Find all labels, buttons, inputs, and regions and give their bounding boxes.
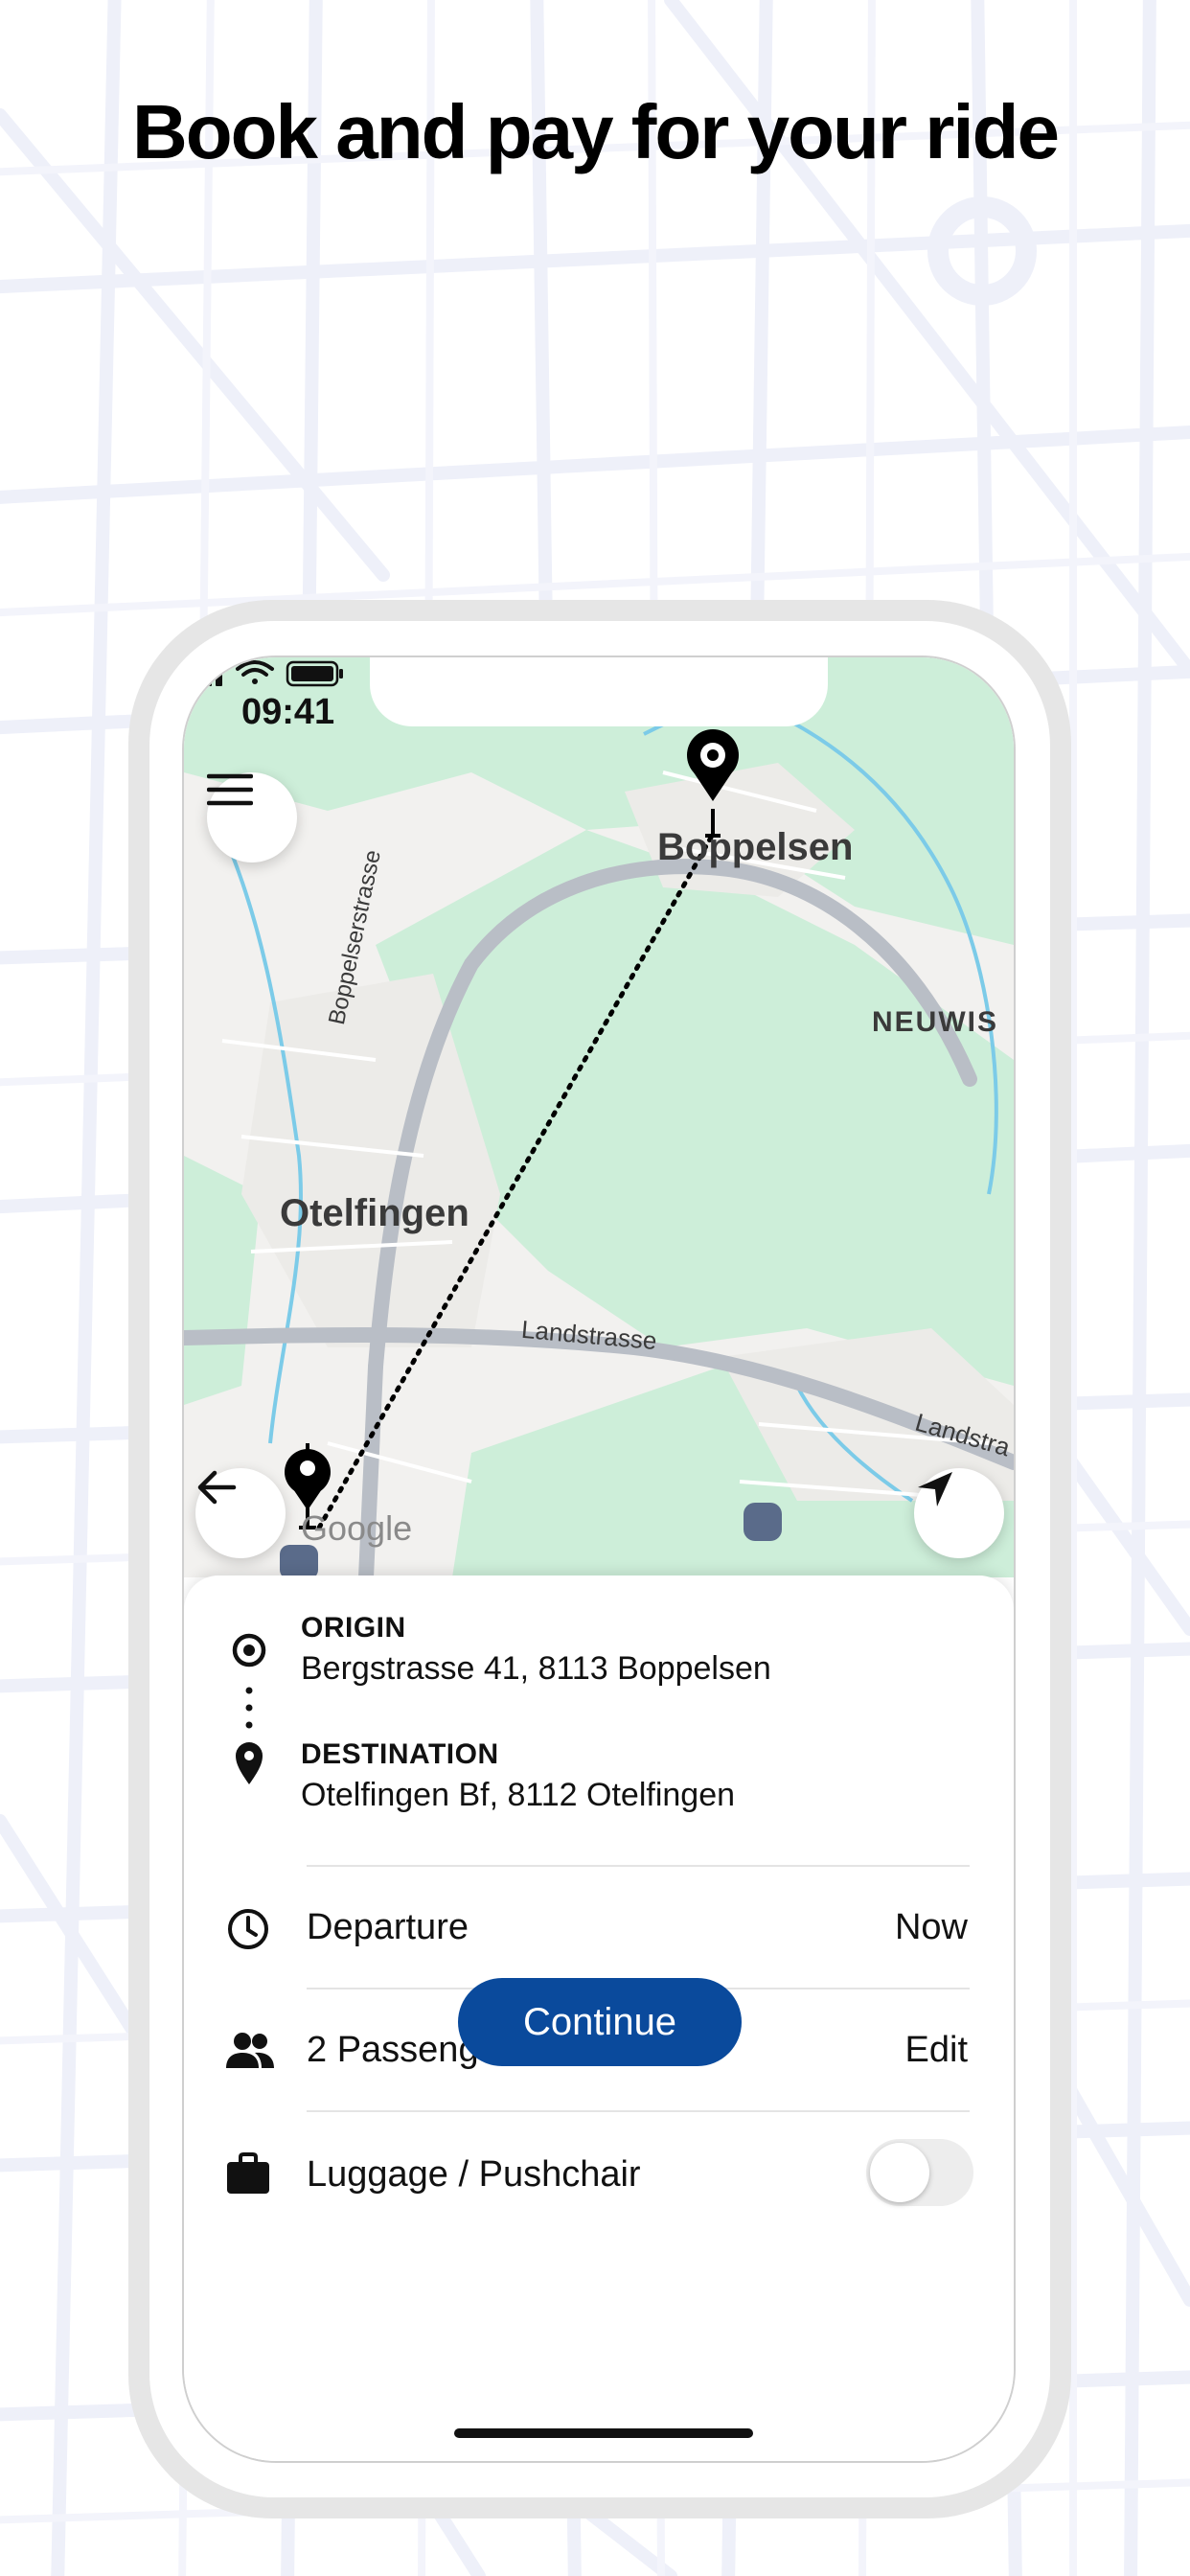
- arrow-left-icon: [197, 1470, 237, 1505]
- menu-button[interactable]: [207, 772, 297, 862]
- battery-icon: [286, 660, 343, 687]
- headline: Book and pay for your ride: [132, 89, 1060, 174]
- location-pin-icon: [236, 1742, 263, 1784]
- status-icons: [184, 660, 343, 687]
- luggage-toggle[interactable]: [866, 2139, 973, 2206]
- status-time: 09:41: [241, 692, 335, 732]
- origin-target-icon: [232, 1633, 266, 1668]
- clock-icon: [228, 1909, 268, 1949]
- route-indicator: [232, 1633, 266, 1784]
- map-label-neuwis: NEUWIS: [872, 1006, 998, 1038]
- phone-notch: [370, 657, 828, 726]
- people-icon: [226, 2033, 274, 2068]
- home-indicator: [454, 2428, 753, 2438]
- briefcase-icon: [227, 2152, 269, 2194]
- origin-label: ORIGIN: [301, 1612, 406, 1644]
- origin-value[interactable]: Bergstrasse 41, 8113 Boppelsen: [301, 1650, 771, 1688]
- booking-sheet: ORIGIN Bergstrasse 41, 8113 Boppelsen DE…: [184, 1576, 1014, 2461]
- departure-row[interactable]: Departure Now: [184, 1865, 1014, 1988]
- luggage-row: Luggage / Pushchair: [184, 2110, 1014, 2235]
- map-label-otelfingen: Otelfingen: [280, 1192, 469, 1234]
- destination-value[interactable]: Otelfingen Bf, 8112 Otelfingen: [301, 1777, 735, 1814]
- map-canvas: [184, 657, 1014, 1577]
- back-button[interactable]: [195, 1468, 286, 1558]
- signal-icon: [184, 660, 222, 686]
- toggle-knob: [870, 2143, 929, 2202]
- map-attribution: Google: [301, 1508, 413, 1548]
- edit-passengers-button[interactable]: Edit: [905, 2030, 968, 2071]
- departure-label: Departure: [307, 1907, 469, 1947]
- route-dots-icon: [245, 1687, 253, 1729]
- map-view[interactable]: Boppelsen NEUWIS Otelfingen Boppelserstr…: [184, 657, 1014, 1577]
- hamburger-menu-icon: [207, 773, 253, 806]
- departure-value[interactable]: Now: [895, 1907, 968, 1948]
- continue-button[interactable]: Continue: [458, 1978, 742, 2066]
- wifi-icon: [236, 660, 274, 684]
- map-label-boppelsen: Boppelsen: [657, 826, 854, 868]
- navigation-arrow-icon: [918, 1472, 952, 1506]
- destination-label: DESTINATION: [301, 1738, 499, 1770]
- phone-screen: Boppelsen NEUWIS Otelfingen Boppelserstr…: [184, 657, 1014, 2461]
- luggage-label: Luggage / Pushchair: [307, 2154, 641, 2195]
- locate-me-button[interactable]: [914, 1468, 1004, 1558]
